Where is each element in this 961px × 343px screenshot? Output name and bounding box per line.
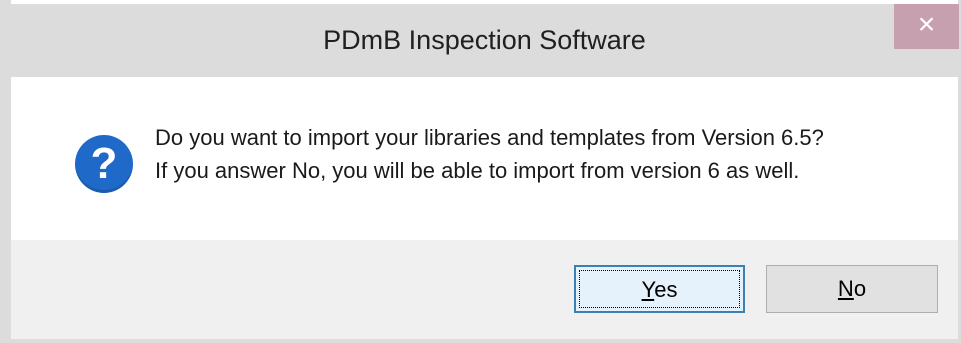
button-bar: Yes No [11, 240, 958, 339]
message-text: Do you want to import your libraries and… [155, 121, 824, 187]
no-label-rest: o [853, 276, 867, 301]
focus-rectangle [579, 270, 740, 308]
message-line-2: If you answer No, you will be able to im… [155, 158, 800, 183]
close-button[interactable]: × [894, 4, 959, 49]
dialog-content: ? Do you want to import your libraries a… [11, 77, 958, 240]
window-title: PDmB Inspection Software [323, 25, 646, 55]
window-left-border [0, 0, 11, 343]
no-button[interactable]: No [766, 265, 938, 313]
window-bottom-border [0, 339, 961, 343]
no-accelerator: N [837, 276, 854, 301]
question-icon: ? [75, 135, 133, 193]
title-bar[interactable]: PDmB Inspection Software × [11, 4, 959, 77]
message-line-1: Do you want to import your libraries and… [155, 125, 824, 150]
close-icon: × [917, 8, 936, 41]
yes-button[interactable]: Yes [574, 265, 745, 313]
dialog-window: PDmB Inspection Software × ? Do you want… [0, 0, 961, 343]
